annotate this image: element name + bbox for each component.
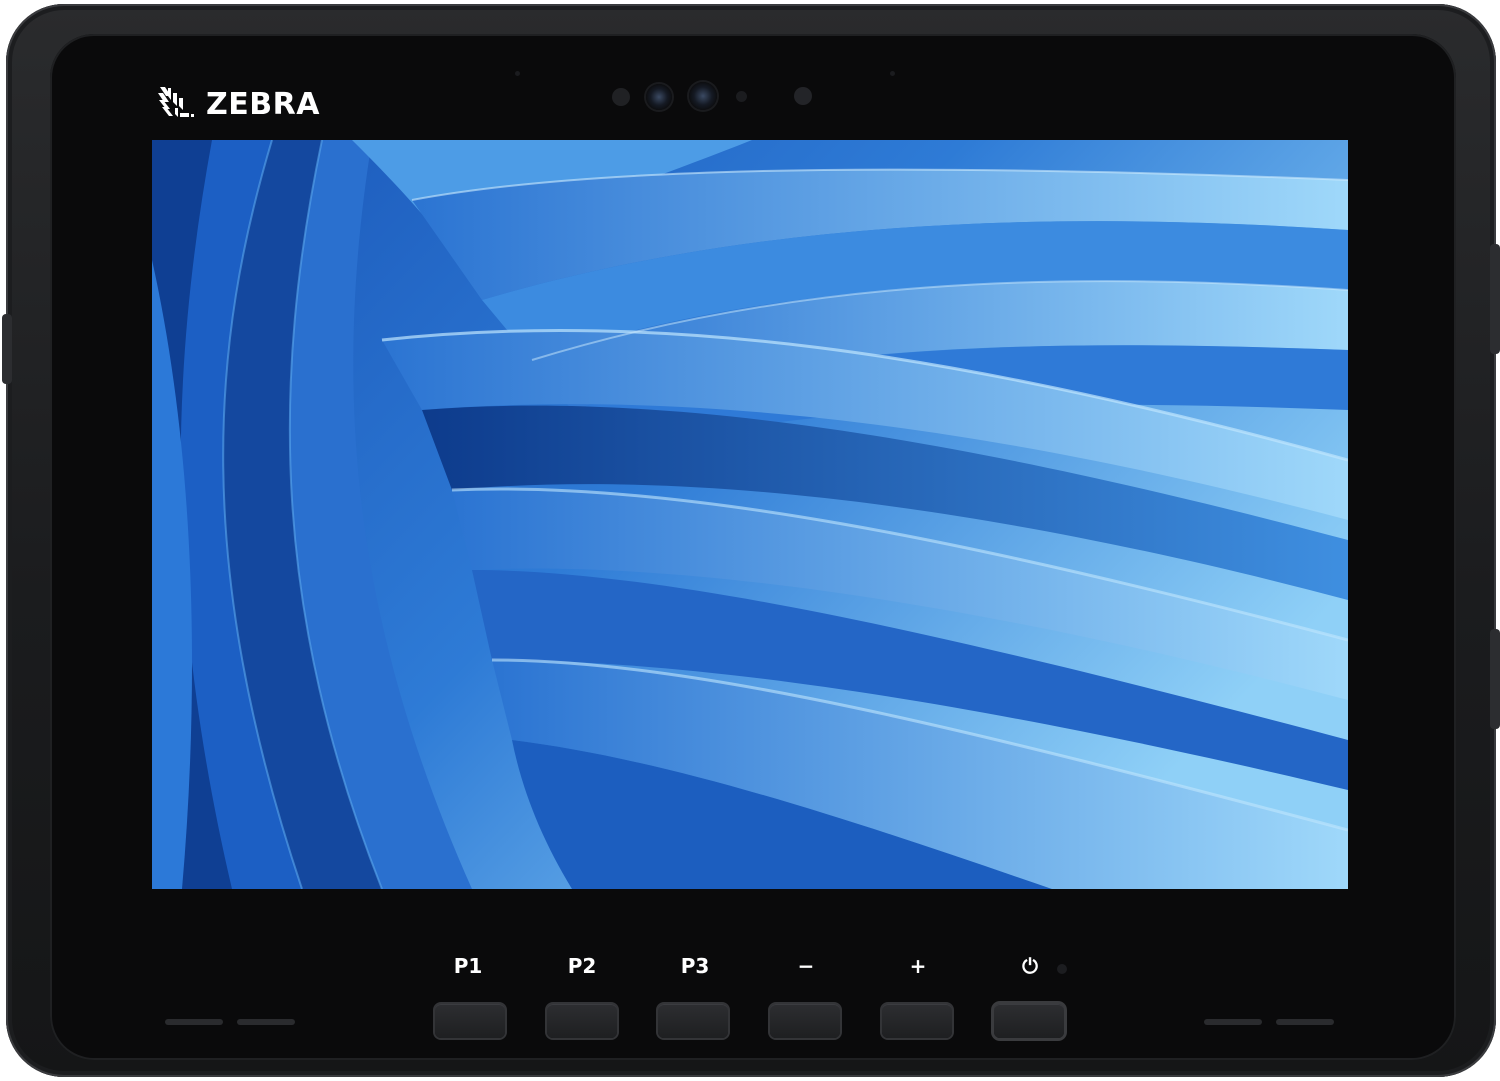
front-camera — [646, 84, 672, 110]
brand-logo: ZEBRA — [156, 84, 320, 124]
ambient-light-sensor — [612, 88, 630, 106]
p1-button[interactable] — [435, 1004, 505, 1038]
power-icon: ⏻ — [1022, 954, 1038, 978]
side-port-left — [2, 314, 12, 384]
p3-key-label: P3 — [680, 954, 710, 978]
speaker-grille-left-2 — [237, 1019, 295, 1025]
display-screen[interactable] — [152, 140, 1348, 889]
side-port-right-lower — [1490, 629, 1500, 729]
power-status-led — [1057, 964, 1067, 974]
volume-up-key-label: + — [909, 954, 927, 978]
p1-key-label: P1 — [453, 954, 483, 978]
front-ir-camera — [689, 82, 717, 110]
zebra-head-icon — [158, 87, 194, 117]
p3-button[interactable] — [658, 1004, 728, 1038]
speaker-grille-left-1 — [165, 1019, 223, 1025]
speaker-grille-right-2 — [1276, 1019, 1334, 1025]
proximity-sensor — [736, 91, 747, 102]
p2-button[interactable] — [547, 1004, 617, 1038]
volume-down-button[interactable] — [770, 1004, 840, 1038]
flash-sensor — [794, 87, 812, 105]
side-port-right — [1490, 244, 1500, 354]
p2-key-label: P2 — [567, 954, 597, 978]
brand-wordmark: ZEBRA — [206, 86, 320, 122]
microphone-left — [515, 71, 520, 76]
volume-up-button[interactable] — [882, 1004, 952, 1038]
power-button[interactable] — [994, 1004, 1064, 1038]
speaker-grille-right-1 — [1204, 1019, 1262, 1025]
microphone-right — [890, 71, 895, 76]
volume-down-key-label: − — [797, 954, 815, 978]
wallpaper-image — [152, 140, 1348, 889]
